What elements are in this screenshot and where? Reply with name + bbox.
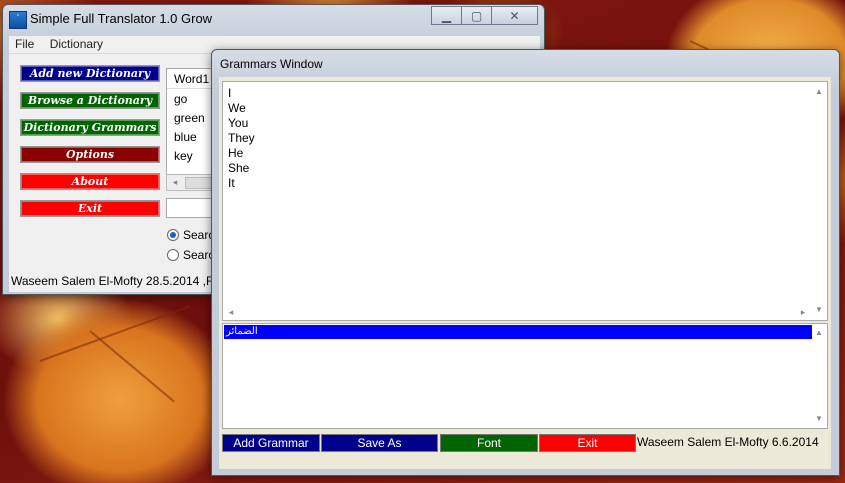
maximize-icon: ▢ (470, 8, 483, 23)
list-item[interactable]: الضمائر (224, 325, 812, 339)
grammars-client-area: I We You They He She It ▲ ▼ ◂ ▸ الضمائر … (219, 77, 831, 469)
radio-selected-icon (167, 229, 179, 241)
main-titlebar[interactable]: ▫ Simple Full Translator 1.0 Grow ▁ ▢ ✕ (3, 5, 544, 31)
grammar-list[interactable]: الضمائر ▲ ▼ (222, 323, 828, 429)
main-window-title: Simple Full Translator 1.0 Grow (30, 11, 213, 26)
minimize-button[interactable]: ▁ (431, 6, 462, 25)
grammars-window: Grammars Window I We You They He She It … (211, 49, 840, 476)
scroll-left-icon[interactable]: ◂ (225, 305, 237, 320)
close-icon: ✕ (509, 8, 520, 23)
radio-unselected-icon (167, 249, 179, 261)
text-line: We (228, 101, 246, 115)
add-grammar-button[interactable]: Add Grammar (222, 434, 320, 452)
grammar-text-hscroll[interactable]: ◂ ▸ (223, 305, 811, 320)
text-line: You (228, 116, 249, 130)
grammar-exit-button[interactable]: Exit (539, 434, 636, 452)
grammars-window-title: Grammars Window (220, 57, 323, 71)
options-button[interactable]: Options (20, 146, 160, 163)
save-as-button[interactable]: Save As (321, 434, 438, 452)
about-button[interactable]: About (20, 173, 160, 190)
exit-button[interactable]: Exit (20, 200, 160, 217)
grammars-status-text: Waseem Salem El-Mofty 6.6.2014 (637, 435, 819, 449)
search-option-1-label: Searc (183, 228, 215, 242)
text-line: She (228, 161, 250, 175)
grammar-text-area[interactable]: I We You They He She It ▲ ▼ ◂ ▸ (222, 81, 828, 321)
maximize-button[interactable]: ▢ (461, 6, 492, 25)
menu-dictionary[interactable]: Dictionary (44, 36, 109, 52)
minimize-icon: ▁ (441, 8, 452, 23)
scroll-up-icon[interactable]: ▲ (813, 86, 825, 98)
scroll-down-icon[interactable]: ▼ (813, 304, 825, 316)
dictionary-grammars-button[interactable]: Dictionary Grammars (20, 119, 160, 136)
text-line: I (228, 86, 232, 100)
app-icon: ▫ (9, 11, 27, 29)
grammar-text-lines: I We You They He She It (228, 86, 255, 191)
menu-file[interactable]: File (9, 36, 40, 52)
text-line: It (228, 176, 235, 190)
browse-dictionary-button[interactable]: Browse a Dictionary (20, 92, 160, 109)
scroll-left-icon[interactable]: ◂ (169, 175, 181, 190)
scroll-up-icon[interactable]: ▲ (813, 327, 825, 339)
main-status-text: Waseem Salem El-Mofty 28.5.2014 ,F (11, 274, 214, 288)
text-line: He (228, 146, 244, 160)
font-button[interactable]: Font (440, 434, 538, 452)
add-dictionary-button[interactable]: Add new Dictionary (20, 65, 160, 82)
search-option-2[interactable]: Searc (167, 248, 214, 262)
text-line: They (228, 131, 255, 145)
search-option-1[interactable]: Searc (167, 228, 214, 242)
scroll-right-icon[interactable]: ▸ (797, 305, 809, 320)
search-option-2-label: Searc (183, 248, 215, 262)
grammars-titlebar[interactable]: Grammars Window (212, 50, 839, 76)
close-button[interactable]: ✕ (491, 6, 538, 25)
scroll-down-icon[interactable]: ▼ (813, 413, 825, 425)
